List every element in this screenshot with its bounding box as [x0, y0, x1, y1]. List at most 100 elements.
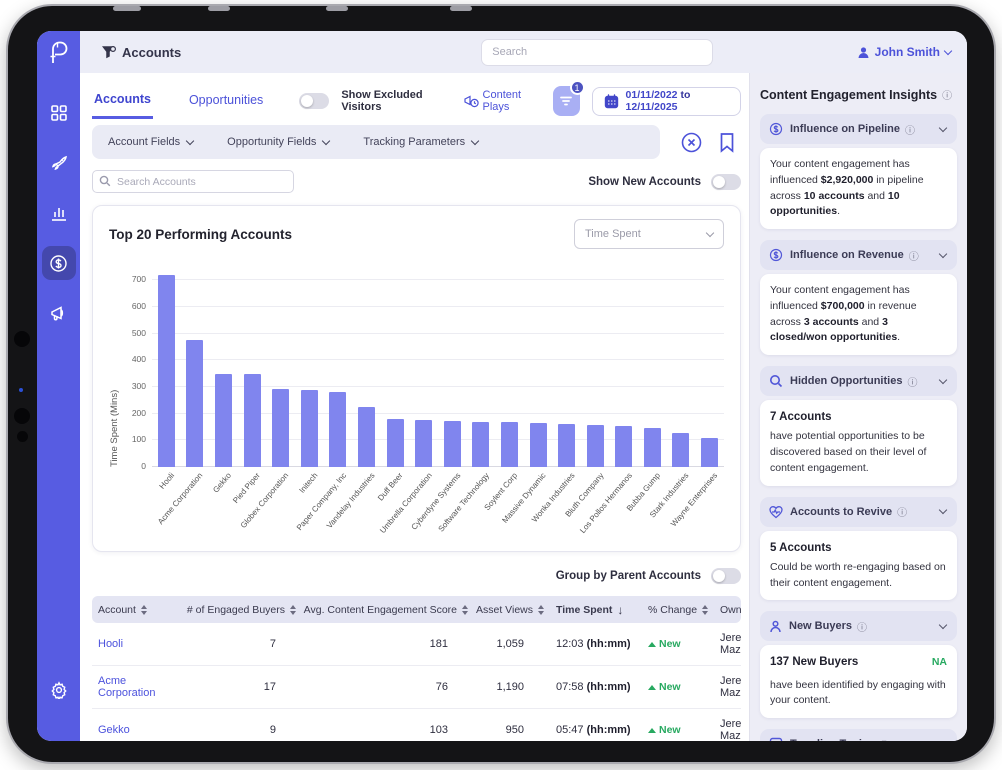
sidebar-item-revenue[interactable] [42, 246, 76, 280]
column-header-time-spent[interactable]: Time Spent↓ [550, 603, 642, 617]
bar-Software Technology[interactable] [472, 422, 489, 467]
bar-Vandelay Industries[interactable] [358, 407, 375, 467]
search-icon [99, 175, 111, 187]
bar-Stark Industries[interactable] [672, 433, 689, 467]
x-tick-label: Initech [297, 471, 319, 495]
info-icon[interactable]: ⓘ [942, 87, 952, 102]
bar-Cyberdyne Systems[interactable] [444, 421, 461, 467]
info-icon[interactable]: ⓘ [879, 737, 889, 742]
insight-card-header[interactable]: Influence on Pipeline ⓘ [760, 114, 957, 144]
bookmark-icon[interactable] [719, 132, 735, 153]
insight-card-header[interactable]: New Buyers ⓘ [760, 611, 957, 641]
tablet-frame: Accounts John Smith Accounts [6, 4, 996, 764]
sort-icon[interactable] [702, 605, 708, 615]
bar-Los Pollos Hermanos[interactable] [615, 426, 632, 467]
column-header--of-engaged-buyers[interactable]: # of Engaged Buyers [180, 604, 302, 616]
chevron-down-icon [939, 621, 947, 629]
insight-headline: 7 Accounts [770, 409, 947, 426]
sort-icon[interactable] [538, 605, 544, 615]
sidebar-item-dashboard[interactable] [42, 96, 76, 130]
bar-Massive Dynamic[interactable] [530, 423, 547, 467]
metric-select[interactable]: Time Spent [574, 219, 724, 249]
bar-Gekko[interactable] [215, 374, 232, 467]
info-icon[interactable]: ⓘ [907, 374, 917, 389]
insight-card-header[interactable]: Accounts to Revive ⓘ [760, 497, 957, 527]
app-logo-icon[interactable] [46, 40, 72, 66]
heart-pulse-icon [769, 505, 783, 519]
bar-Hooli[interactable] [158, 275, 175, 467]
show-excluded-label: Show Excluded Visitors [341, 89, 451, 113]
show-new-accounts-toggle[interactable] [711, 174, 741, 190]
content-plays-link[interactable]: Content Plays [464, 89, 541, 113]
bar-Wonka Industries[interactable] [558, 424, 575, 467]
engagement-score-cell: 76 [302, 676, 474, 698]
insight-card-header[interactable]: Trending Topics ⓘ [760, 729, 957, 741]
app-screen: Accounts John Smith Accounts [37, 31, 967, 741]
info-icon[interactable]: ⓘ [909, 248, 919, 263]
bar-Bluth Company[interactable] [587, 425, 604, 467]
bar-Initech[interactable] [301, 390, 318, 467]
show-new-accounts-label: Show New Accounts [588, 176, 701, 188]
account-link[interactable]: Gekko [92, 719, 180, 741]
column-header-avg-content-engagement-score[interactable]: Avg. Content Engagement Score [302, 604, 474, 616]
table-header: Account# of Engaged BuyersAvg. Content E… [92, 596, 741, 623]
time-spent-cell: 12:03 (hh:mm) [550, 633, 642, 655]
date-range-picker[interactable]: 01/11/2022 to 12/11/2025 [592, 87, 741, 116]
account-link[interactable]: Acme Corporation [92, 670, 180, 704]
info-icon[interactable]: ⓘ [897, 504, 907, 519]
global-search-input[interactable] [481, 39, 713, 66]
y-tick: 600 [132, 301, 146, 311]
tab-accounts[interactable]: Accounts [92, 84, 153, 119]
info-icon[interactable]: ⓘ [857, 619, 867, 634]
tab-opportunities[interactable]: Opportunities [187, 85, 265, 117]
engaged-buyers-cell: 9 [180, 719, 302, 741]
search-accounts-input[interactable] [92, 170, 294, 193]
sort-icon[interactable] [290, 605, 296, 615]
column-header--change[interactable]: % Change [642, 604, 714, 616]
insight-card-header[interactable]: Hidden Opportunities ⓘ [760, 366, 957, 396]
sidebar-item-campaigns[interactable] [42, 146, 76, 180]
chevron-down-icon [706, 228, 714, 236]
page-title: Accounts [102, 45, 181, 60]
account-fields-dropdown[interactable]: Account Fields [108, 136, 193, 148]
owner-cell: Jeremy Mazzurco [714, 670, 741, 704]
show-excluded-toggle[interactable] [299, 93, 329, 109]
bar-Globex Corporation[interactable] [272, 389, 289, 467]
chart-icon [769, 737, 783, 741]
sort-icon[interactable] [141, 605, 147, 615]
account-link[interactable]: Hooli [92, 633, 180, 655]
filter-button[interactable]: 1 [553, 86, 580, 116]
engaged-buyers-cell: 17 [180, 676, 302, 698]
tracking-parameters-dropdown[interactable]: Tracking Parameters [363, 136, 478, 148]
group-by-toggle[interactable] [711, 568, 741, 584]
percent-change-cell: New [642, 633, 714, 655]
bar-Wayne Enterprises[interactable] [701, 438, 718, 467]
insight-card-header[interactable]: Influence on Revenue ⓘ [760, 240, 957, 270]
bar-Umbrella Corporation[interactable] [415, 420, 432, 467]
dollar-circle-icon [49, 254, 68, 273]
clear-filters-icon[interactable] [680, 131, 703, 154]
sort-icon[interactable] [462, 605, 468, 615]
bar-Pied Piper[interactable] [244, 374, 261, 467]
opportunity-fields-dropdown[interactable]: Opportunity Fields [227, 136, 329, 148]
bar-Bubba Gump[interactable] [644, 428, 661, 467]
bar-Paper Company, Inc[interactable] [329, 392, 346, 467]
sort-desc-icon[interactable]: ↓ [617, 603, 623, 617]
sidebar-item-settings[interactable] [50, 681, 68, 699]
column-header-asset-views[interactable]: Asset Views [474, 604, 550, 616]
column-header-owner[interactable]: Owner [714, 604, 741, 616]
sidebar-item-analytics[interactable] [42, 196, 76, 230]
y-tick: 500 [132, 328, 146, 338]
insight-card-title: Trending Topics ⓘ [790, 737, 933, 742]
bar-Duff Beer[interactable] [387, 419, 404, 467]
filter-lines-icon [559, 95, 573, 107]
bar-Soylent Corp[interactable] [501, 422, 518, 467]
column-header-account[interactable]: Account [92, 604, 180, 616]
gridline [152, 359, 724, 360]
person-icon [769, 620, 782, 633]
info-icon[interactable]: ⓘ [905, 122, 915, 137]
user-menu[interactable]: John Smith [857, 45, 951, 59]
bar-Acme Corporation[interactable] [186, 340, 203, 467]
table-row: Acme Corporation17761,19007:58 (hh:mm)Ne… [92, 666, 741, 709]
sidebar-item-promote[interactable] [42, 296, 76, 330]
